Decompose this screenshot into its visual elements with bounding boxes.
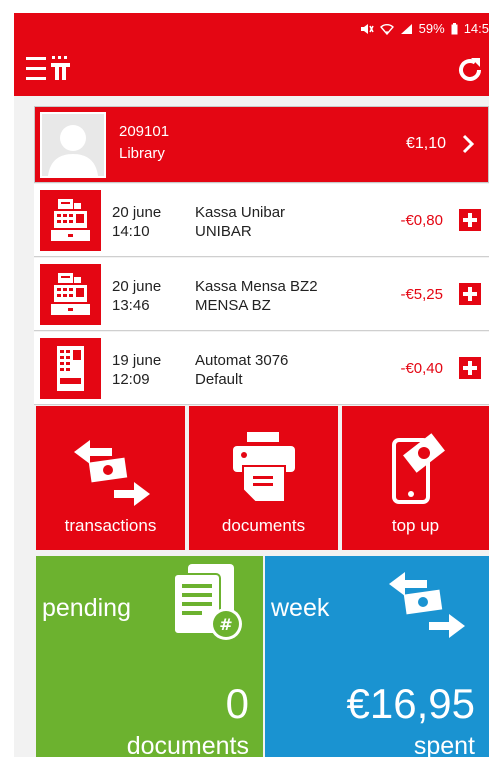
status-icons: 59% 14:5 bbox=[360, 21, 489, 36]
battery-icon bbox=[451, 22, 458, 34]
tile-label: top up bbox=[391, 516, 440, 535]
transaction-date: 20 june 13:46 bbox=[112, 278, 162, 314]
user-silhouette-icon bbox=[48, 125, 98, 176]
clock: 14:5 bbox=[463, 21, 489, 36]
weekly-spending-panel[interactable]: week €16,95 spent bbox=[265, 556, 489, 757]
refresh-icon[interactable] bbox=[455, 55, 485, 85]
pending-unit: documents bbox=[126, 732, 249, 757]
transaction-date: 20 june 14:10 bbox=[112, 204, 162, 240]
account-card[interactable]: 209101 Library €1,10 bbox=[34, 106, 489, 183]
transaction-amount: -€0,40 bbox=[400, 360, 443, 377]
transaction-description: Kassa Mensa BZ2 MENSA BZ bbox=[195, 278, 318, 314]
pending-heading: pending bbox=[42, 594, 131, 622]
main-content: 209101 Library €1,10 20 june 14:10 Kassa … bbox=[14, 96, 489, 757]
svg-text:#: # bbox=[219, 615, 232, 634]
wifi-icon bbox=[379, 23, 394, 35]
phone-payment-icon bbox=[392, 433, 445, 504]
transaction-row[interactable]: 20 june 13:46 Kassa Mensa BZ2 MENSA BZ -€5… bbox=[34, 258, 489, 331]
transaction-amount: -€0,80 bbox=[400, 212, 443, 229]
mute-icon bbox=[360, 23, 374, 34]
chevron-right-icon[interactable] bbox=[460, 133, 476, 155]
transaction-description: Automat 3076 Default bbox=[195, 352, 289, 388]
vending-machine-icon bbox=[40, 338, 101, 399]
battery-percent: 59% bbox=[418, 21, 445, 36]
tile-label: transactions bbox=[64, 516, 157, 535]
avatar bbox=[40, 112, 106, 178]
week-heading: week bbox=[271, 594, 330, 622]
signal-icon bbox=[400, 23, 412, 34]
account-id: 209101 bbox=[119, 123, 170, 140]
plus-icon[interactable] bbox=[459, 283, 481, 305]
printer-icon bbox=[233, 432, 295, 503]
transaction-row[interactable]: 19 june 12:09 Automat 3076 Default -€0,40 bbox=[34, 332, 489, 405]
pending-count: 0 bbox=[225, 680, 249, 727]
documents-tile[interactable]: documents bbox=[189, 406, 338, 550]
money-exchange-icon bbox=[74, 440, 150, 506]
documents-number-icon: # bbox=[174, 564, 242, 640]
transaction-amount: -€5,25 bbox=[400, 286, 443, 303]
top-up-tile[interactable]: top up bbox=[342, 406, 489, 550]
week-unit: spent bbox=[413, 732, 475, 757]
account-balance: €1,10 bbox=[405, 135, 446, 152]
status-bar: 59% 14:5 bbox=[14, 13, 489, 43]
university-logo-icon bbox=[51, 56, 70, 80]
app-bar bbox=[14, 43, 489, 96]
plus-icon[interactable] bbox=[459, 209, 481, 231]
money-exchange-icon bbox=[389, 572, 465, 638]
account-name: Library bbox=[119, 145, 165, 162]
transaction-row[interactable]: 20 june 14:10 Kassa Unibar UNIBAR -€0,80 bbox=[34, 184, 489, 257]
cash-register-icon bbox=[40, 264, 101, 325]
pending-documents-panel[interactable]: pending # 0 documents bbox=[36, 556, 263, 757]
transactions-tile[interactable]: transactions bbox=[36, 406, 185, 550]
week-amount: €16,95 bbox=[346, 680, 475, 727]
tile-label: documents bbox=[221, 516, 306, 535]
transaction-description: Kassa Unibar UNIBAR bbox=[195, 204, 286, 240]
plus-icon[interactable] bbox=[459, 357, 481, 379]
transaction-date: 19 june 12:09 bbox=[112, 352, 162, 388]
cash-register-icon bbox=[40, 190, 101, 251]
